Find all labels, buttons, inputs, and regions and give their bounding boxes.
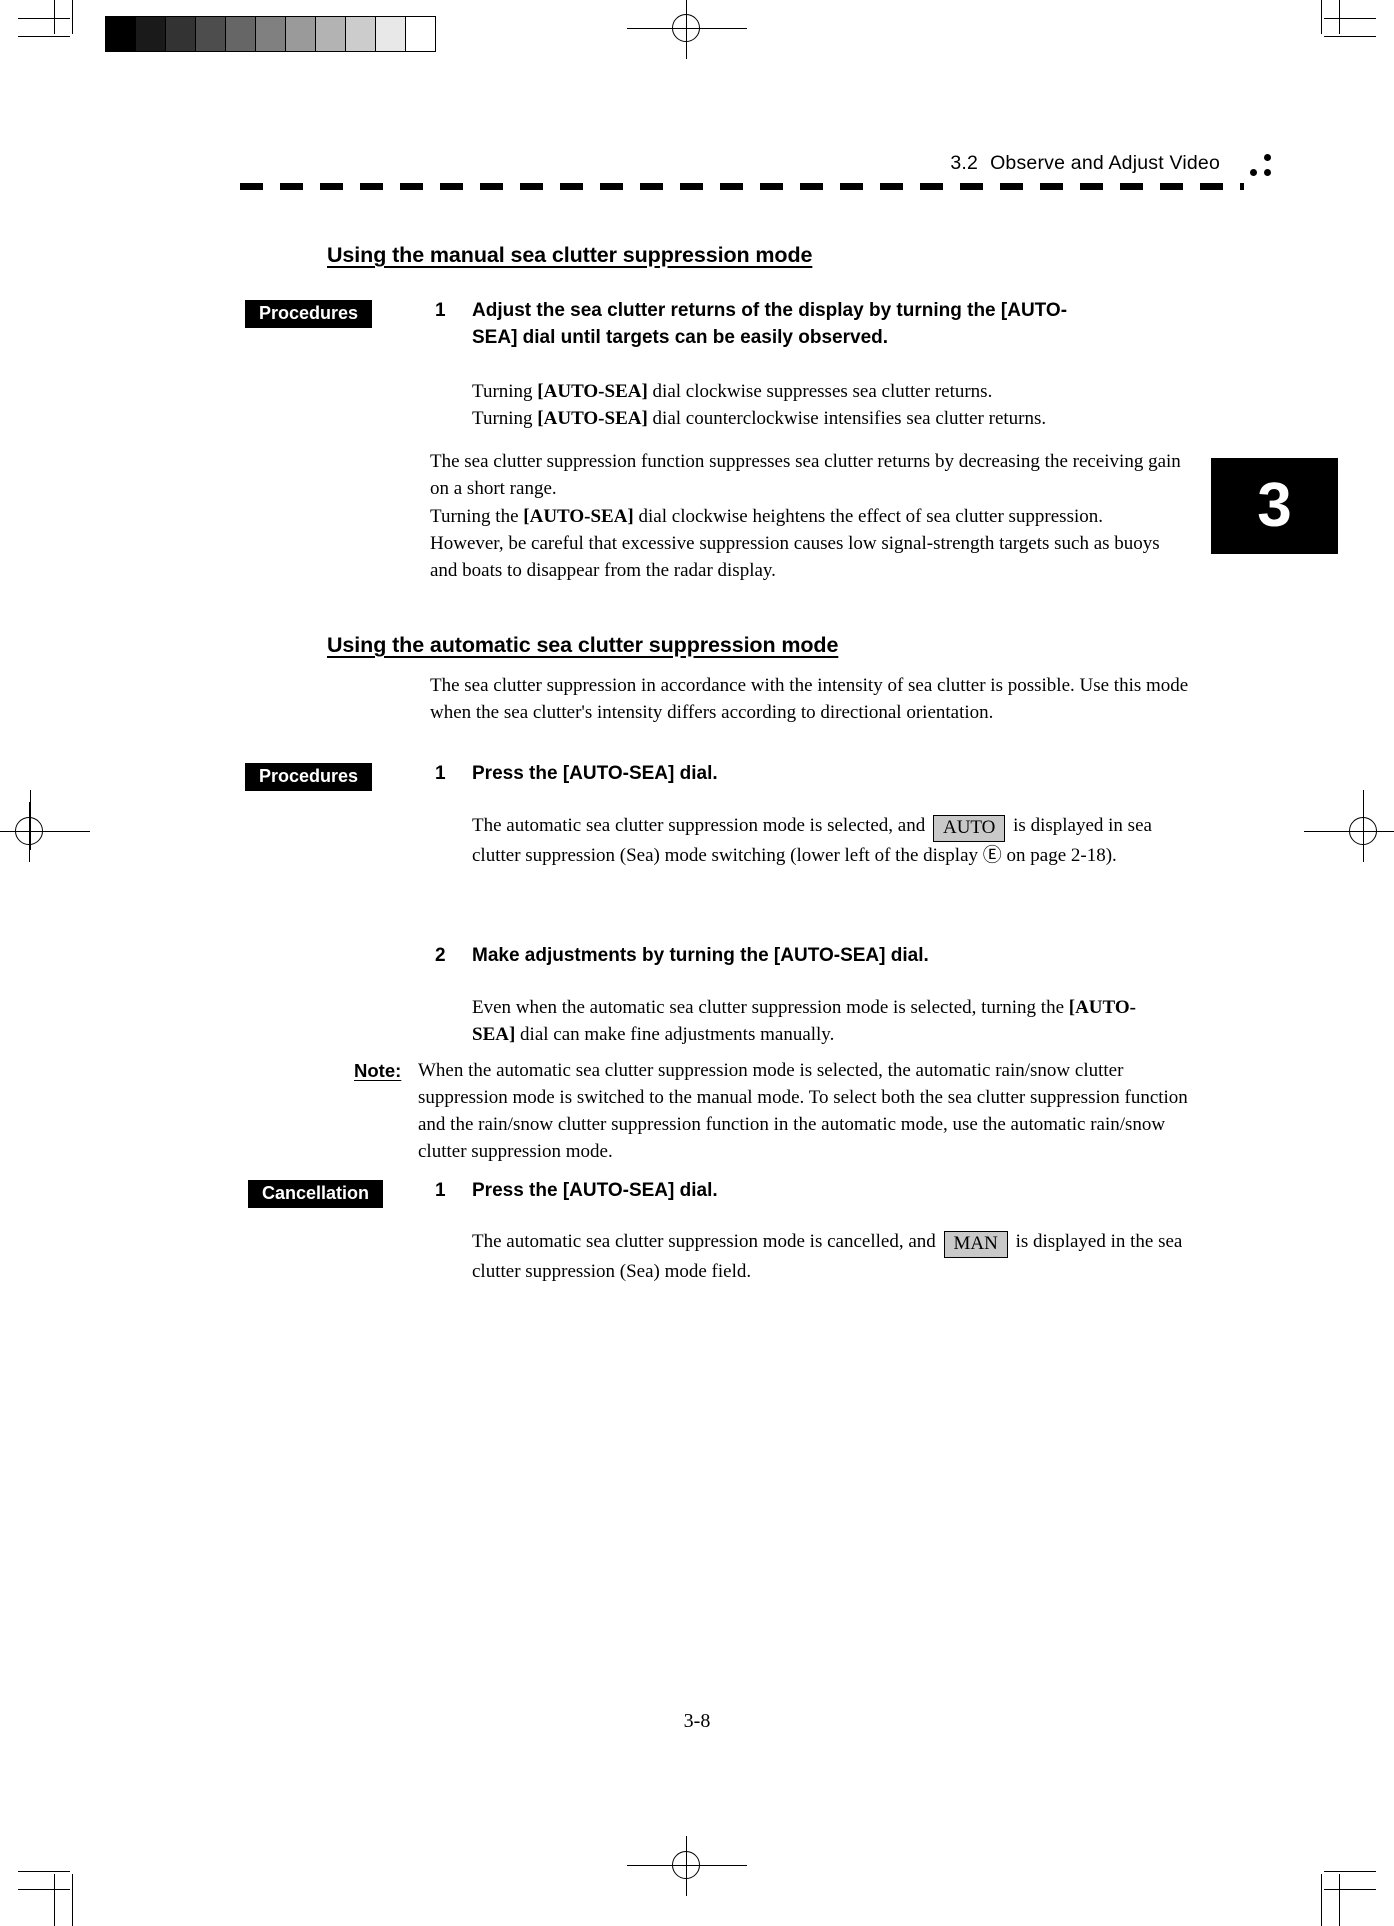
- manual-sub-line-1: Turning [AUTO-SEA] dial clockwise suppre…: [472, 381, 993, 402]
- header-section-title: Observe and Adjust Video: [990, 152, 1220, 174]
- running-header: 3.2 Observe and Adjust Video: [240, 152, 1271, 192]
- step-cancellation-1-text: Press the [AUTO-SEA] dial.: [472, 1180, 718, 1201]
- tag-cancellation: Cancellation: [248, 1180, 384, 1208]
- manual-explanation-line-3: However, be careful that excessive suppr…: [430, 533, 1160, 582]
- section-heading-manual-mode: Using the manual sea clutter suppression…: [327, 242, 813, 267]
- automatic-step-1-body: The automatic sea clutter suppression mo…: [472, 815, 1152, 867]
- step-manual-1-number: 1: [435, 300, 446, 321]
- step-automatic-1-text: Press the [AUTO-SEA] dial.: [472, 763, 718, 784]
- mode-badge-man: MAN: [943, 1231, 1008, 1259]
- section-heading-automatic-mode: Using the automatic sea clutter suppress…: [327, 632, 839, 657]
- step-cancellation-1: 1 Press the [AUTO-SEA] dial.: [435, 1178, 1112, 1205]
- header-dashed-rule: [240, 183, 1244, 190]
- manual-sub-lines: Turning [AUTO-SEA] dial clockwise suppre…: [472, 378, 1172, 433]
- cancellation-body: The automatic sea clutter suppression mo…: [472, 1231, 1183, 1283]
- step-automatic-1-number: 1: [435, 763, 446, 784]
- manual-page: 3.2 Observe and Adjust Video 3 Using the …: [0, 0, 1394, 1908]
- page-number: 3-8: [683, 1710, 711, 1732]
- step-automatic-1: 1 Press the [AUTO-SEA] dial.: [435, 761, 1112, 788]
- circled-reference-10: Ⓔ: [982, 845, 1002, 867]
- automatic-intro: The sea clutter suppression in accordanc…: [430, 675, 1189, 724]
- automatic-step-2-body: Even when the automatic sea clutter supp…: [472, 997, 1136, 1046]
- note-label: Note:: [354, 1060, 402, 1081]
- header-dot-cluster-icon: [1250, 152, 1276, 186]
- tag-procedures-manual: Procedures: [245, 300, 373, 328]
- step-automatic-2: 2 Make adjustments by turning the [AUTO-…: [435, 943, 1132, 970]
- note-automatic-mode: Note: When the automatic sea clutter sup…: [354, 1058, 1200, 1166]
- tag-procedures-automatic: Procedures: [245, 763, 373, 791]
- mode-badge-auto: AUTO: [932, 815, 1006, 843]
- step-automatic-2-number: 2: [435, 945, 446, 966]
- header-section-number: 3.2: [950, 152, 979, 174]
- step-manual-1: 1 Adjust the sea clutter returns of the …: [435, 298, 1112, 352]
- running-header-text: 3.2 Observe and Adjust Video: [950, 152, 1220, 175]
- chapter-thumb-tab: 3: [1211, 458, 1338, 554]
- step-manual-1-text: Adjust the sea clutter returns of the di…: [472, 300, 1068, 348]
- step-automatic-2-text: Make adjustments by turning the [AUTO-SE…: [472, 945, 929, 966]
- step-cancellation-1-number: 1: [435, 1180, 446, 1201]
- manual-explanation-line-1: The sea clutter suppression function sup…: [430, 451, 1181, 500]
- manual-explanation: The sea clutter suppression function sup…: [430, 451, 1181, 582]
- manual-sub-line-2: Turning [AUTO-SEA] dial counterclockwise…: [472, 408, 1047, 430]
